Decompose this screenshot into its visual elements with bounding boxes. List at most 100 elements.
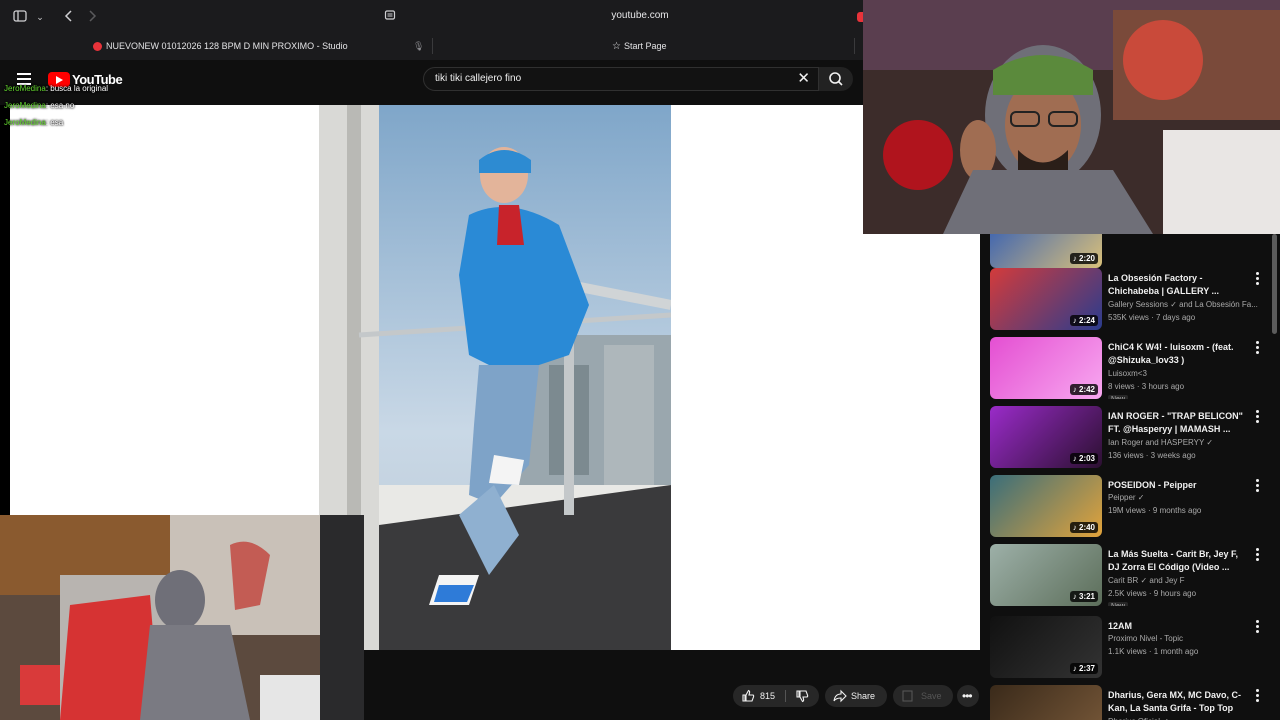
more-vertical-icon[interactable] (1254, 620, 1260, 634)
channel-name[interactable]: Proximo Nivel - Topic (1108, 634, 1276, 643)
video-thumbnail[interactable]: ♪ 2:42 (990, 337, 1102, 399)
video-meta: 2.5K views · 9 hours ago (1108, 589, 1197, 598)
channel-name[interactable]: Ian Roger and HASPERYY ✓ (1108, 438, 1276, 447)
video-meta: 8 views · 3 hours ago (1108, 382, 1185, 391)
more-vertical-icon[interactable] (1254, 410, 1260, 424)
recommendation-item[interactable]: Dharius, Gera MX, MC Davo, C-Kan, La San… (990, 685, 1280, 720)
video-thumbnail[interactable]: ♪ 2:03 (990, 406, 1102, 468)
video-title[interactable]: La Más Suelta - Carit Br, Jey F, DJ Zorr… (1108, 548, 1250, 574)
tab-start-page[interactable]: ☆ Start Page (612, 36, 667, 56)
chat-username: JeroMedina (4, 101, 46, 110)
video-meta: 1.1K views · 1 month ago (1108, 647, 1199, 656)
more-vertical-icon[interactable] (1254, 272, 1260, 286)
save-icon (902, 690, 913, 702)
more-vertical-icon[interactable] (1254, 548, 1260, 562)
share-button[interactable]: Share (825, 685, 887, 707)
video-title[interactable]: POSEIDON - Peipper (1108, 479, 1250, 492)
channel-name[interactable]: Luisoxm<3 (1108, 369, 1276, 378)
more-vertical-icon[interactable] (1254, 479, 1260, 493)
video-info-area (364, 650, 980, 720)
duration-badge: ♪ 2:20 (1069, 253, 1098, 264)
duration-badge: ♪ 3:21 (1069, 591, 1098, 602)
search-icon (829, 72, 843, 86)
recommendation-item[interactable]: ♪ 2:42 ChiC4 K W4! - luisoxm - (feat. @Sh… (990, 337, 1280, 399)
recommendation-item[interactable]: ♪ 2:24 La Obsesión Factory - Chichabeba |… (990, 268, 1280, 330)
reader-mode-icon[interactable] (382, 9, 398, 25)
video-thumbnail[interactable]: ♪ 2:40 (990, 475, 1102, 537)
recommendation-item[interactable]: ♪ 2:37 12AM Proximo Nivel - Topic 1.1K view… (990, 616, 1280, 678)
chat-message: JeroMedina: esa no (4, 101, 75, 110)
close-icon[interactable]: ✕ (797, 71, 810, 87)
chat-message: JeroMedina: esa (4, 118, 64, 127)
search-query: tiki tiki callejero fino (435, 73, 522, 84)
share-icon (833, 689, 847, 703)
more-horizontal-icon: ••• (962, 689, 973, 703)
share-label: Share (851, 691, 876, 701)
more-actions-button[interactable]: ••• (957, 685, 979, 707)
chat-text: busca la original (50, 84, 109, 93)
streamer-room-camera (0, 515, 364, 720)
recommendation-item[interactable]: ♪ 2:03 IAN ROGER - "TRAP BELICON" FT. @Ha… (990, 406, 1280, 468)
duration-badge: ♪ 2:24 (1069, 315, 1098, 326)
sidebar-toggle-icon[interactable] (12, 9, 28, 25)
sidebar-scrollbar[interactable] (1272, 234, 1277, 334)
save-button[interactable]: Save (893, 685, 953, 707)
chat-overlay: JeroMedina: busca la original JeroMedina… (4, 80, 108, 131)
chevron-down-icon[interactable]: ⌄ (32, 9, 48, 25)
thumbs-down-icon (796, 690, 809, 703)
thumbs-up-icon (742, 689, 755, 702)
video-title[interactable]: La Obsesión Factory - Chichabeba | GALLE… (1108, 272, 1250, 298)
tab-studio-label: NUEVONEW 01012026 128 BPM D MIN PROXIMO … (106, 41, 348, 51)
tab-studio[interactable]: NUEVONEW 01012026 128 BPM D MIN PROXIMO … (93, 36, 348, 56)
chat-username: JeroMedina (4, 84, 46, 93)
video-thumbnail[interactable]: ♪ 2:37 (990, 616, 1102, 678)
duration-badge: ♪ 2:03 (1069, 453, 1098, 464)
recommendation-item[interactable]: ♪ 3:21 La Más Suelta - Carit Br, Jey F, D… (990, 544, 1280, 606)
back-icon[interactable] (61, 9, 77, 25)
video-thumbnail[interactable]: ♪ 3:21 (990, 544, 1102, 606)
channel-name[interactable]: Carit BR ✓ and Jey F (1108, 576, 1276, 585)
like-count: 815 (760, 691, 776, 701)
video-title[interactable]: 12AM (1108, 620, 1250, 633)
video-thumbnail[interactable]: ♪ 2:24 (990, 268, 1102, 330)
duration-badge: ♪ 2:42 (1069, 384, 1098, 395)
video-thumbnail[interactable] (990, 685, 1102, 720)
more-vertical-icon[interactable] (1254, 341, 1260, 355)
tab-bar: NUEVONEW 01012026 128 BPM D MIN PROXIMO … (0, 34, 863, 58)
chat-username: JeroMedina (4, 118, 46, 127)
tab-favicon-icon (93, 42, 102, 52)
new-badge: New (1108, 602, 1129, 606)
youtube-header: YouTube tiki tiki callejero fino ✕ (0, 60, 863, 105)
save-label: Save (921, 691, 942, 701)
search-input[interactable]: tiki tiki callejero fino ✕ (423, 67, 819, 91)
search-button[interactable] (819, 67, 853, 91)
streamer-webcam (863, 0, 1280, 234)
tab-start-page-label: Start Page (623, 41, 667, 51)
channel-name[interactable]: Peipper ✓ (1108, 493, 1276, 502)
duration-badge: ♪ 2:37 (1069, 663, 1098, 674)
tab-divider (854, 38, 855, 54)
chat-message: JeroMedina: busca la original (4, 84, 109, 93)
duration-badge: ♪ 2:40 (1069, 522, 1098, 533)
star-icon: ☆ (612, 41, 621, 52)
mic-icon: 🎙 (413, 41, 425, 51)
more-vertical-icon[interactable] (1254, 689, 1260, 703)
video-meta: 136 views · 3 weeks ago (1108, 451, 1196, 460)
video-title[interactable]: ChiC4 K W4! - luisoxm - (feat. @Shizuka_… (1108, 341, 1250, 367)
tab-divider (432, 38, 433, 54)
browser-chrome: ⌄ youtube.com NUEVONEW 01012026 128 BPM … (0, 0, 863, 60)
like-dislike-group: 815 (733, 685, 819, 707)
forward-icon[interactable] (84, 9, 100, 25)
chat-text: esa (50, 118, 64, 127)
recommendation-item[interactable]: ♪ 2:40 POSEIDON - Peipper Peipper ✓ 19M vie… (990, 475, 1280, 537)
like-button[interactable]: 815 (733, 685, 785, 707)
address-bar[interactable]: youtube.com (560, 10, 720, 21)
video-meta: 19M views · 9 months ago (1108, 506, 1202, 515)
dislike-button[interactable] (786, 685, 819, 707)
video-frame-image (319, 105, 671, 650)
browser-toolbar: ⌄ youtube.com (0, 0, 863, 34)
video-title[interactable]: IAN ROGER - "TRAP BELICON" FT. @Hasperyy… (1108, 410, 1250, 436)
channel-name[interactable]: Gallery Sessions ✓ and La Obsesión Fa... (1108, 300, 1276, 309)
video-title[interactable]: Dharius, Gera MX, MC Davo, C-Kan, La San… (1108, 689, 1250, 715)
chat-text: esa no (50, 101, 75, 110)
